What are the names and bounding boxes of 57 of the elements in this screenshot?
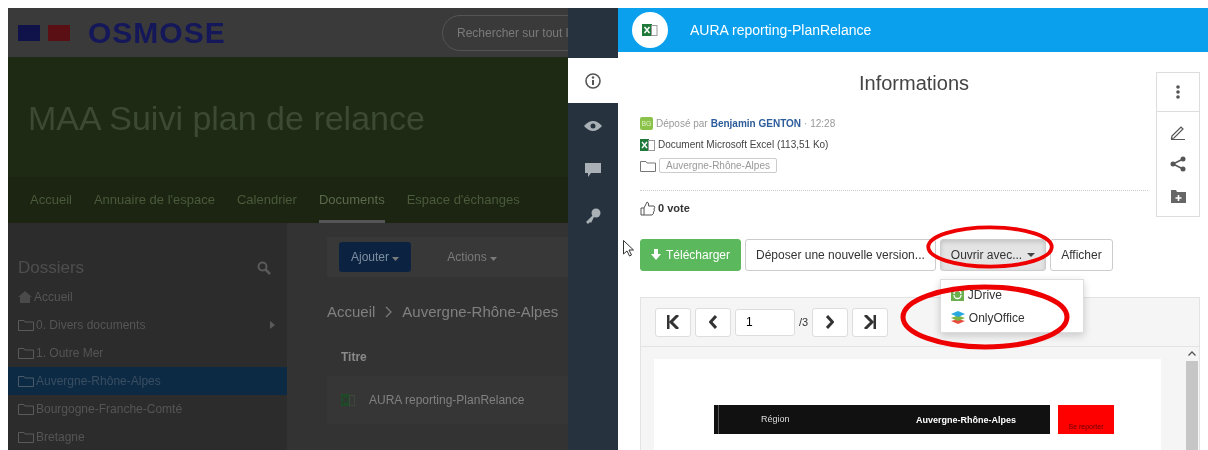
last-page-button[interactable] bbox=[852, 307, 889, 337]
author-link[interactable]: Benjamin GENTON bbox=[710, 118, 802, 129]
vote-count: 0 vote bbox=[658, 202, 690, 214]
comment-icon bbox=[585, 163, 601, 178]
caret-up-icon[interactable] bbox=[1188, 351, 1196, 356]
caret-icon bbox=[392, 257, 400, 261]
folder-tag[interactable]: Auvergne-Rhône-Alpes bbox=[659, 158, 777, 173]
chevron-left-icon bbox=[709, 315, 717, 329]
previous-page-button[interactable] bbox=[695, 307, 731, 337]
info-icon bbox=[585, 72, 601, 89]
cursor-icon bbox=[623, 240, 634, 257]
skip-first-icon bbox=[667, 315, 679, 329]
first-page-button[interactable] bbox=[655, 307, 691, 337]
skip-last-icon bbox=[864, 315, 877, 329]
share-icon[interactable] bbox=[1170, 156, 1186, 172]
page-count: /3 bbox=[799, 316, 809, 328]
table-header-row: Région Auvergne-Rhône-Alpes bbox=[714, 405, 1050, 434]
folder-icon bbox=[18, 431, 34, 443]
next-page-button[interactable] bbox=[812, 307, 849, 337]
action-button[interactable]: Télécharger bbox=[640, 239, 742, 271]
panel-title: AURA reporting-PlanRelance bbox=[690, 22, 872, 38]
folder-plus-icon[interactable] bbox=[1170, 189, 1186, 203]
action-button[interactable]: Afficher bbox=[1050, 239, 1113, 271]
chevron-right-icon bbox=[826, 315, 835, 329]
folder-icon bbox=[18, 319, 34, 331]
column-header: Titre bbox=[341, 350, 368, 364]
pencil-icon[interactable] bbox=[1170, 124, 1186, 140]
download-icon bbox=[651, 249, 661, 261]
more-icon[interactable] bbox=[1176, 85, 1180, 99]
menu-item[interactable]: JDrive bbox=[940, 283, 1083, 306]
eye-icon bbox=[584, 119, 602, 132]
action-button[interactable]: Déposer une nouvelle version... bbox=[745, 239, 936, 271]
breadcrumb-link[interactable]: Auvergne-Rhône-Alpes bbox=[402, 303, 559, 320]
folder-icon bbox=[18, 375, 34, 387]
breadcrumb-link[interactable]: Accueil bbox=[327, 303, 376, 320]
menu-button[interactable]: Ajouter bbox=[339, 242, 412, 272]
key-icon bbox=[585, 207, 601, 224]
spreadsheet-icon bbox=[341, 393, 355, 407]
spreadsheet-icon bbox=[640, 137, 655, 152]
caret-icon bbox=[490, 257, 498, 261]
deposit-label: Déposé par bbox=[656, 118, 708, 129]
section-title: Informations bbox=[857, 72, 971, 95]
home-icon bbox=[18, 291, 32, 303]
side-tab[interactable] bbox=[568, 58, 618, 103]
deposit-time: · 12:28 bbox=[804, 118, 836, 129]
menu-button[interactable]: Actions bbox=[435, 242, 510, 272]
chevron-icon bbox=[385, 305, 393, 318]
spreadsheet-icon bbox=[632, 12, 668, 48]
folder-icon bbox=[640, 159, 656, 172]
page-input[interactable]: 1 bbox=[735, 308, 795, 336]
folder-icon bbox=[18, 347, 34, 359]
menu-item[interactable]: OnlyOffice bbox=[940, 306, 1083, 329]
folder-icon bbox=[18, 403, 34, 415]
file-type-text: Document Microsoft Excel (113,51 Ko) bbox=[658, 139, 829, 150]
thumbs-up-icon[interactable] bbox=[640, 200, 656, 216]
layers-icon bbox=[950, 311, 965, 324]
caret-icon bbox=[1027, 253, 1036, 257]
